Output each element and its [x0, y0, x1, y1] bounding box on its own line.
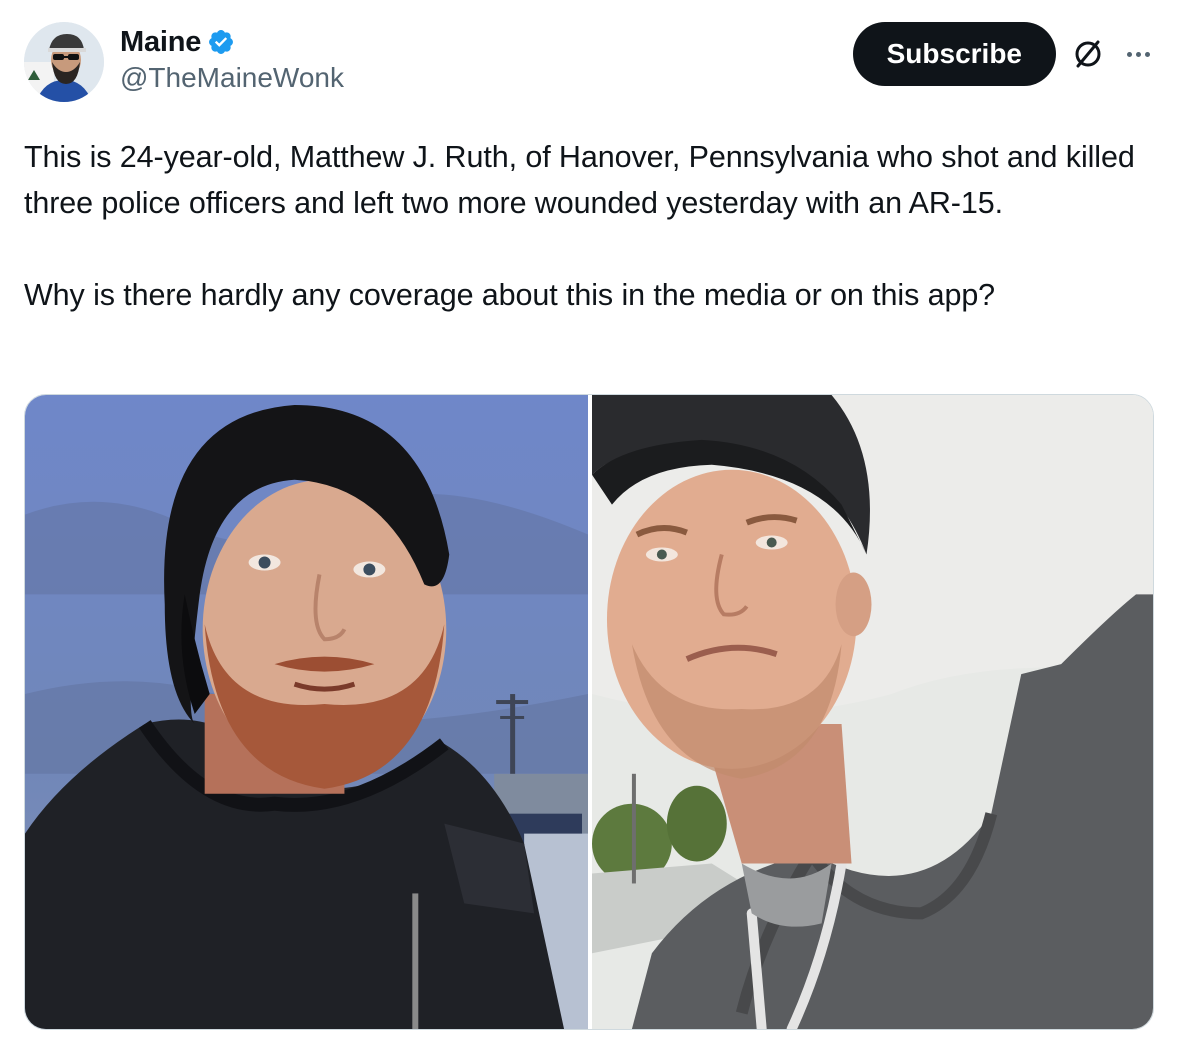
- more-icon[interactable]: [1120, 36, 1156, 72]
- handle[interactable]: @TheMaineWonk: [120, 62, 344, 94]
- display-name[interactable]: Maine: [120, 26, 201, 59]
- display-name-row: Maine: [120, 24, 344, 60]
- more-dot: [1135, 51, 1141, 57]
- header-actions: Subscribe: [852, 22, 1156, 86]
- tweet-text: This is 24-year-old, Matthew J. Ruth, of…: [24, 140, 1135, 312]
- avatar[interactable]: [24, 22, 104, 102]
- author-info: Maine @TheMaineWonk: [120, 24, 344, 94]
- verified-badge-icon[interactable]: [207, 28, 235, 56]
- media-photo-2[interactable]: [592, 395, 1153, 1029]
- media-photo-1[interactable]: [25, 395, 588, 1029]
- subscribe-button[interactable]: Subscribe: [852, 22, 1056, 86]
- more-dot: [1126, 51, 1132, 57]
- media-grid: [24, 394, 1154, 1030]
- tweet: Maine @TheMaineWonk Subscribe This is 24…: [0, 0, 1180, 1042]
- tweet-header: Maine @TheMaineWonk Subscribe: [24, 18, 1156, 106]
- grok-icon[interactable]: [1070, 36, 1106, 72]
- more-dot: [1144, 51, 1150, 57]
